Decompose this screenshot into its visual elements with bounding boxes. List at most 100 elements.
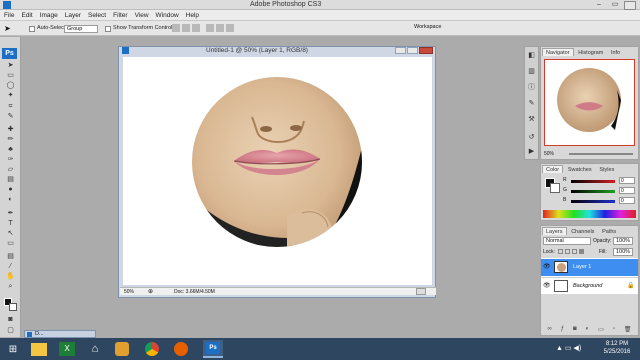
clock-date[interactable]: 5/25/2016 xyxy=(600,349,634,355)
navigator-panel-icon[interactable]: ◧ xyxy=(527,52,536,60)
menu-layer[interactable]: Layer xyxy=(65,12,81,19)
panel-menu-icon[interactable] xyxy=(624,1,636,10)
align-center-icon[interactable] xyxy=(216,24,224,32)
align-middle-icon[interactable] xyxy=(182,24,190,32)
chrome-icon[interactable] xyxy=(145,342,159,356)
app-icon[interactable] xyxy=(115,342,129,356)
align-left-icon[interactable] xyxy=(206,24,214,32)
align-right-icon[interactable] xyxy=(226,24,234,32)
tab-channels[interactable]: Channels xyxy=(568,228,597,236)
zoom-tool-icon[interactable]: ⌕ xyxy=(6,283,15,291)
start-button-icon[interactable]: ⊞ xyxy=(4,341,22,358)
opacity-field[interactable]: 100% xyxy=(613,237,633,245)
tab-histogram[interactable]: Histogram xyxy=(575,49,606,57)
info-panel-icon[interactable]: ⓘ xyxy=(527,84,536,92)
layer-row[interactable]: 👁 Layer 1 xyxy=(541,259,638,276)
file-explorer-icon[interactable] xyxy=(31,343,47,356)
align-top-icon[interactable] xyxy=(172,24,180,32)
tab-paths[interactable]: Paths xyxy=(599,228,619,236)
type-tool-icon[interactable]: T xyxy=(6,220,15,228)
healing-brush-icon[interactable]: ✚ xyxy=(6,126,15,134)
auto-select-dropdown[interactable]: Group xyxy=(64,25,98,33)
hand-tool-icon[interactable]: ✋ xyxy=(6,273,15,281)
new-layer-icon[interactable]: ▫ xyxy=(613,326,615,334)
clone-stamp-icon[interactable]: ♣ xyxy=(6,146,15,154)
layer-mask-icon[interactable]: ◙ xyxy=(573,326,577,334)
bg-color-swatch[interactable] xyxy=(550,183,560,193)
gradient-tool-icon[interactable]: ▤ xyxy=(6,176,15,184)
channel-g-value[interactable]: 0 xyxy=(619,187,635,194)
lock-pixels-icon[interactable] xyxy=(565,249,570,254)
excel-icon[interactable]: X xyxy=(59,342,75,356)
menu-view[interactable]: View xyxy=(135,12,149,19)
eyedropper-icon[interactable]: ⁄ xyxy=(6,263,15,271)
pen-tool-icon[interactable]: ✒ xyxy=(6,210,15,218)
channel-b-value[interactable]: 0 xyxy=(619,197,635,204)
navigator-zoom[interactable]: 50% xyxy=(544,151,554,157)
eraser-tool-icon[interactable]: ▱ xyxy=(6,166,15,174)
screen-mode-icon[interactable]: ▢ xyxy=(6,327,15,335)
tool-presets-icon[interactable]: ⚒ xyxy=(527,116,536,124)
lock-position-icon[interactable] xyxy=(572,249,577,254)
menu-filter[interactable]: Filter xyxy=(113,12,127,19)
layer-row[interactable]: 👁 Background 🔒 xyxy=(541,277,638,294)
adjustment-layer-icon[interactable]: ◐ xyxy=(586,326,590,334)
tab-swatches[interactable]: Swatches xyxy=(565,166,595,174)
move-tool-preset-icon[interactable]: ➤ xyxy=(4,24,20,34)
delete-layer-icon[interactable]: 🗑 xyxy=(624,326,632,334)
layer-name[interactable]: Layer 1 xyxy=(573,264,591,270)
quick-mask-icon[interactable]: ◙ xyxy=(6,316,15,324)
align-bottom-icon[interactable] xyxy=(192,24,200,32)
history-brush-icon[interactable]: ✑ xyxy=(6,156,15,164)
move-tool-icon[interactable]: ➤ xyxy=(6,62,15,70)
doc-maximize-button[interactable] xyxy=(407,47,418,54)
menu-file[interactable]: File xyxy=(4,12,14,19)
doc-close-button[interactable] xyxy=(419,47,433,54)
workspace-dropdown[interactable]: Workspace xyxy=(412,24,456,32)
auto-select-checkbox[interactable] xyxy=(29,26,35,32)
color-ramp[interactable] xyxy=(543,210,636,218)
tab-color[interactable]: Color xyxy=(542,165,564,173)
new-group-icon[interactable]: ▭ xyxy=(598,326,604,334)
channel-b-slider[interactable] xyxy=(571,200,615,203)
navigator-preview[interactable] xyxy=(544,59,635,146)
fill-field[interactable]: 100% xyxy=(613,248,633,256)
channel-g-slider[interactable] xyxy=(571,190,615,193)
home-icon[interactable]: ⌂ xyxy=(86,341,104,358)
doc-zoom-field[interactable]: 50% xyxy=(124,289,134,295)
notes-tool-icon[interactable]: ▤ xyxy=(6,253,15,261)
menu-image[interactable]: Image xyxy=(40,12,58,19)
tab-styles[interactable]: Styles xyxy=(596,166,617,174)
tab-navigator[interactable]: Navigator xyxy=(542,48,574,56)
menu-edit[interactable]: Edit xyxy=(21,12,32,19)
histogram-panel-icon[interactable]: ▥ xyxy=(527,68,536,76)
shape-tool-icon[interactable]: ▭ xyxy=(6,240,15,248)
lock-transparent-icon[interactable] xyxy=(558,249,563,254)
clock-time[interactable]: 8:12 PM xyxy=(600,341,634,347)
brushes-panel-icon[interactable]: ✎ xyxy=(527,100,536,108)
firefox-icon[interactable] xyxy=(174,342,188,356)
crop-tool-icon[interactable]: ⌗ xyxy=(6,103,15,111)
photoshop-taskbar-button[interactable]: Ps xyxy=(203,340,223,358)
blend-mode-dropdown[interactable]: Normal xyxy=(543,237,591,245)
link-layers-icon[interactable]: ∞ xyxy=(547,326,551,334)
channel-r-value[interactable]: 0 xyxy=(619,177,635,184)
layer-style-icon[interactable]: ƒ xyxy=(561,326,564,334)
scroll-right-icon[interactable] xyxy=(416,288,426,295)
channel-r-slider[interactable] xyxy=(571,180,615,183)
lasso-tool-icon[interactable]: ◯ xyxy=(6,82,15,90)
tray-icons[interactable]: ▲ ▭ ◀) xyxy=(556,344,581,352)
blur-tool-icon[interactable]: ● xyxy=(6,186,15,194)
minimized-document[interactable]: D... xyxy=(24,330,96,338)
lock-all-icon[interactable] xyxy=(579,249,584,254)
menu-select[interactable]: Select xyxy=(88,12,106,19)
visibility-eye-icon[interactable]: 👁 xyxy=(543,263,551,270)
history-panel-icon[interactable]: ↺ xyxy=(527,134,536,142)
tab-layers[interactable]: Layers xyxy=(542,227,567,235)
path-selection-icon[interactable]: ↖ xyxy=(6,230,15,238)
marquee-tool-icon[interactable]: ▭ xyxy=(6,72,15,80)
brush-tool-icon[interactable]: ✏ xyxy=(6,136,15,144)
dodge-tool-icon[interactable]: ◐ xyxy=(6,196,15,204)
status-menu-icon[interactable]: ⊕ xyxy=(148,288,153,295)
actions-panel-icon[interactable]: ▶ xyxy=(527,148,536,156)
